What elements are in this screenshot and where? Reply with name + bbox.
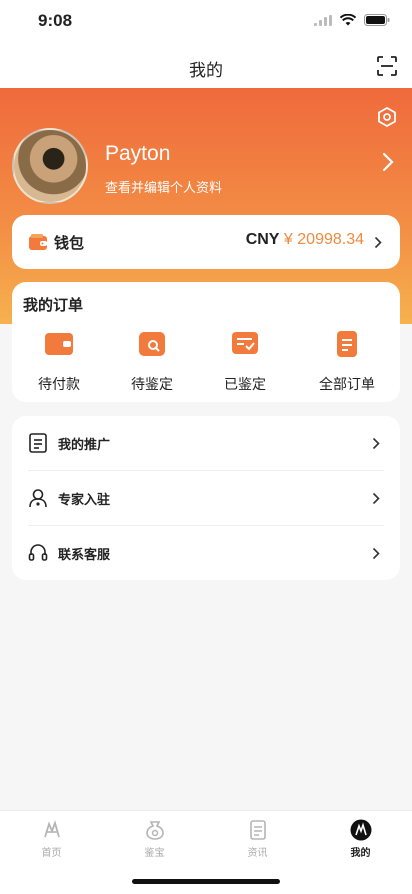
menu-label: 我的推广	[58, 438, 111, 453]
wallet-label: 钱包	[54, 234, 85, 252]
avatar[interactable]	[12, 128, 88, 204]
wifi-icon	[340, 14, 356, 26]
nav-bar: 我的	[0, 44, 412, 88]
wallet-amount: ¥ 20998.34	[283, 231, 364, 248]
menu-label: 联系客服	[58, 548, 111, 563]
order-all[interactable]: 全部订单	[302, 330, 392, 394]
menu-item-promotion[interactable]: 我的推广	[12, 416, 400, 470]
order-appraised[interactable]: 已鉴定	[200, 330, 290, 394]
tab-mine[interactable]: 我的	[309, 819, 412, 859]
scan-icon[interactable]	[376, 55, 398, 77]
search-card-icon	[139, 332, 165, 356]
status-bar: 9:08	[0, 0, 412, 44]
chevron-right-icon	[372, 547, 380, 560]
tab-news[interactable]: 资讯	[206, 819, 309, 859]
order-label: 待付款	[38, 377, 80, 393]
tab-label: 首页	[41, 848, 62, 859]
wallet-icon	[45, 333, 73, 355]
home-icon	[43, 820, 60, 838]
wallet-currency: CNY	[245, 231, 280, 248]
status-time: 9:08	[38, 11, 73, 30]
menu-label: 专家入驻	[58, 493, 111, 508]
tab-label: 我的	[350, 848, 371, 859]
order-label: 已鉴定	[224, 377, 266, 393]
settings-icon[interactable]	[376, 106, 398, 128]
wallet-balance: CNY ¥ 20998.34	[246, 231, 364, 249]
menu-card: 我的推广 专家入驻 联系客服	[12, 416, 400, 580]
order-pending-payment[interactable]: 待付款	[14, 330, 104, 394]
battery-icon	[364, 14, 390, 26]
menu-item-expert[interactable]: 专家入驻	[12, 471, 400, 525]
user-name[interactable]: Payton	[105, 142, 170, 166]
expert-icon	[29, 489, 47, 508]
order-label: 待鉴定	[131, 377, 173, 393]
appraise-icon	[145, 821, 164, 840]
chevron-right-icon	[372, 437, 380, 450]
headset-icon	[28, 544, 48, 561]
chevron-right-icon	[374, 236, 382, 249]
page-title: 我的	[189, 61, 223, 81]
orders-card: 我的订单 待付款 待鉴定 已鉴定 全部订单	[12, 282, 400, 402]
order-label: 全部订单	[319, 377, 375, 393]
wallet-card[interactable]: 钱包 CNY ¥ 20998.34	[12, 215, 400, 269]
mine-icon	[350, 819, 371, 841]
tab-appraise[interactable]: 鉴宝	[103, 819, 206, 859]
tab-label: 资讯	[247, 848, 268, 859]
wallet-icon	[29, 234, 47, 250]
edit-profile-link[interactable]: 查看并编辑个人资料	[105, 177, 222, 196]
orders-title: 我的订单	[23, 296, 84, 314]
document-icon	[29, 433, 47, 453]
order-pending-appraisal[interactable]: 待鉴定	[107, 330, 197, 394]
chevron-right-icon[interactable]	[382, 152, 394, 172]
status-icons	[314, 14, 390, 26]
checked-doc-icon	[232, 332, 258, 354]
tab-home[interactable]: 首页	[0, 819, 103, 859]
home-indicator	[132, 879, 280, 884]
document-icon	[337, 331, 357, 357]
signal-icon	[314, 14, 332, 26]
chevron-right-icon	[372, 492, 380, 505]
news-icon	[249, 820, 266, 840]
menu-item-support[interactable]: 联系客服	[12, 526, 400, 580]
tab-label: 鉴宝	[144, 848, 165, 859]
